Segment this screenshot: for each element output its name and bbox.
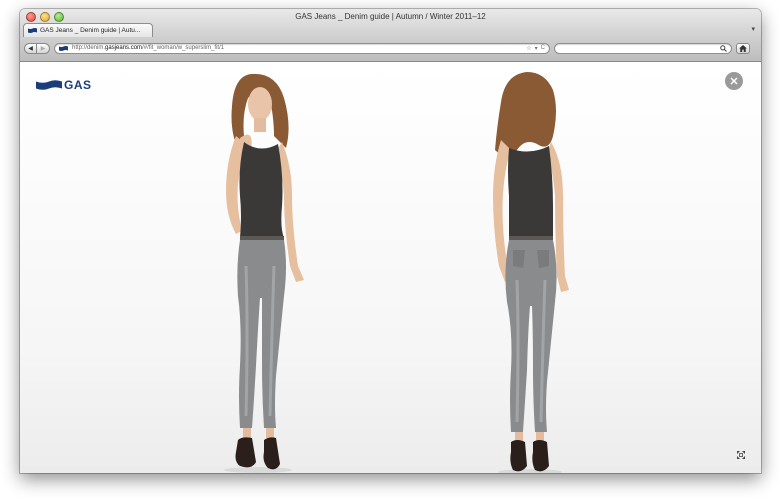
back-button[interactable]: ◀ xyxy=(24,42,37,54)
browser-tab[interactable]: GAS Jeans _ Denim guide | Autu... xyxy=(23,23,153,37)
browser-window: GAS Jeans _ Denim guide | Autumn / Winte… xyxy=(20,9,761,473)
fullscreen-icon[interactable] xyxy=(737,451,745,459)
model-front-photo xyxy=(224,73,304,473)
site-favicon-icon xyxy=(59,45,68,51)
gas-logo[interactable]: GAS xyxy=(36,78,92,92)
search-input[interactable] xyxy=(554,42,732,54)
home-button[interactable] xyxy=(736,42,750,54)
tab-list-menu[interactable]: ▾ xyxy=(751,25,755,33)
close-button[interactable]: ✕ xyxy=(725,72,743,90)
forward-arrow-icon: ▶ xyxy=(40,45,46,52)
home-icon xyxy=(739,44,747,52)
forward-button[interactable]: ▶ xyxy=(37,42,50,54)
logo-text: GAS xyxy=(64,78,92,92)
bookmark-star-icon[interactable]: ☆ xyxy=(526,45,531,52)
search-icon xyxy=(720,44,727,52)
page-content: GAS ✕ xyxy=(20,62,761,473)
history-buttons: ◀ ▶ xyxy=(24,42,50,54)
address-bar[interactable]: http://denim.gasjeans.com/#/fit_woman/w_… xyxy=(54,42,550,54)
tab-title: GAS Jeans _ Denim guide | Autu... xyxy=(40,27,141,34)
history-dropdown-icon[interactable]: ▾ xyxy=(535,45,538,52)
url-prefix: http://denim. xyxy=(72,45,106,51)
reload-icon[interactable]: C xyxy=(541,45,545,51)
url-domain: gasjeans.com xyxy=(105,45,143,51)
url-text: http://denim.gasjeans.com/#/fit_woman/w_… xyxy=(72,45,523,51)
back-arrow-icon: ◀ xyxy=(28,45,33,52)
gas-wave-logo-icon xyxy=(36,80,62,90)
model-back-photo xyxy=(493,72,569,473)
navigation-toolbar: ◀ ▶ http://denim.gasjeans.com/#/fit_woma… xyxy=(20,37,761,59)
gas-favicon-icon xyxy=(28,28,37,33)
window-title: GAS Jeans _ Denim guide | Autumn / Winte… xyxy=(295,12,486,21)
url-path: /#/fit_woman/w_superslim_fit/1 xyxy=(142,45,225,51)
close-icon: ✕ xyxy=(729,75,739,88)
browser-chrome: GAS Jeans _ Denim guide | Autumn / Winte… xyxy=(20,9,761,62)
